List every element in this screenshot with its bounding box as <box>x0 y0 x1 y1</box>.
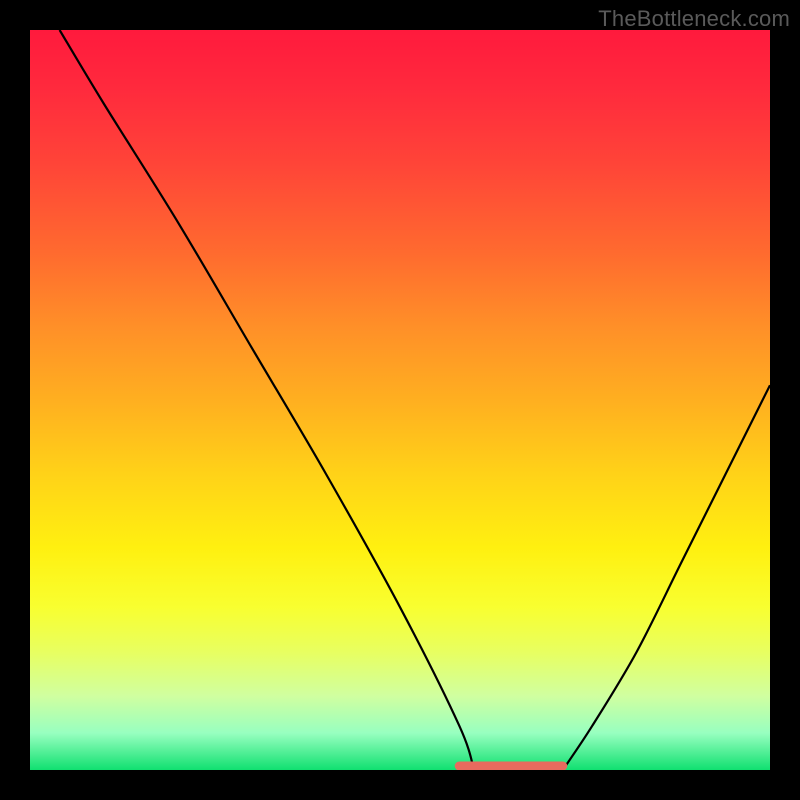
chart-svg <box>30 30 770 770</box>
watermark-text: TheBottleneck.com <box>598 6 790 32</box>
plot-area <box>30 30 770 770</box>
left-curve <box>60 30 474 770</box>
right-curve <box>563 385 770 770</box>
chart-frame: TheBottleneck.com <box>0 0 800 800</box>
